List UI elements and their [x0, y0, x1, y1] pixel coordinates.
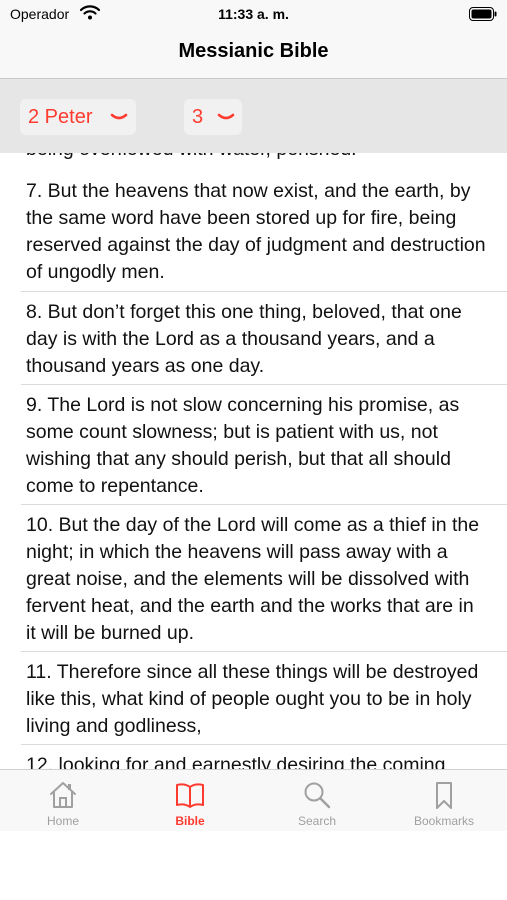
verse-partial-previous[interactable]: being overflowed with water, perished.	[26, 153, 486, 163]
home-icon	[50, 782, 76, 808]
verse-12-partial[interactable]: 12. looking for and earnestly desiring t…	[26, 752, 486, 769]
verse-list[interactable]: being overflowed with water, perished. 7…	[0, 153, 507, 769]
chevron-down-icon	[217, 113, 235, 120]
tab-bookmarks-label: Bookmarks	[413, 814, 475, 828]
tab-search-label: Search	[297, 814, 337, 828]
verse-divider	[21, 504, 507, 505]
tab-bar: Home Bible Search Bookmarks	[0, 769, 507, 831]
book-selector[interactable]: 2 Peter	[20, 99, 136, 135]
tab-home-label: Home	[46, 814, 79, 828]
chapter-selector[interactable]: 3	[184, 99, 242, 135]
navigation-bar: Messianic Bible	[0, 30, 507, 79]
tab-home[interactable]: Home	[0, 770, 126, 831]
book-chapter-selector-bar: 2 Peter 3	[0, 79, 507, 154]
bookmark-icon	[436, 782, 452, 809]
chevron-down-icon	[110, 113, 128, 120]
tab-search[interactable]: Search	[254, 770, 380, 831]
search-icon	[304, 782, 331, 809]
verse-7[interactable]: 7. But the heavens that now exist, and t…	[26, 178, 486, 286]
page-title: Messianic Bible	[178, 40, 329, 62]
verse-10[interactable]: 10. But the day of the Lord will come as…	[26, 512, 486, 647]
verse-11[interactable]: 11. Therefore since all these things wil…	[26, 659, 486, 740]
battery-icon	[469, 7, 497, 21]
verse-divider	[21, 291, 507, 292]
verse-divider	[21, 744, 507, 745]
chapter-selector-label: 3	[192, 106, 204, 128]
tab-bible-label: Bible	[175, 814, 205, 828]
verse-9[interactable]: 9. The Lord is not slow concerning his p…	[26, 392, 486, 500]
tab-bookmarks[interactable]: Bookmarks	[381, 770, 507, 831]
open-book-icon	[176, 783, 204, 808]
tab-bible[interactable]: Bible	[127, 770, 253, 831]
status-bar: Operador 11:33 a. m.	[0, 0, 507, 30]
verse-8[interactable]: 8. But don’t forget this one thing, belo…	[26, 299, 486, 380]
verse-divider	[21, 651, 507, 652]
book-selector-label: 2 Peter	[28, 106, 93, 128]
clock-time: 11:33 a. m.	[218, 6, 289, 22]
verse-divider	[21, 384, 507, 385]
